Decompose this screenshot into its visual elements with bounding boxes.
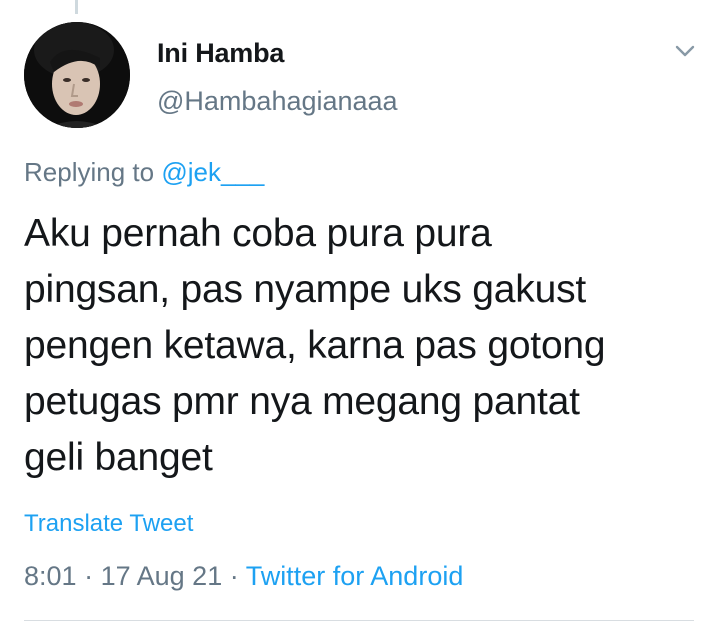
tweet-text-line: pingsan, pas nyampe uks gakust: [24, 268, 587, 311]
tweet-time: 8:01: [24, 561, 77, 591]
user-avatar-photo: [24, 22, 130, 128]
display-name[interactable]: Ini Hamba: [157, 38, 284, 69]
meta-separator: ·: [229, 561, 239, 591]
translate-tweet-link[interactable]: Translate Tweet: [24, 510, 193, 538]
tweet-text-line: petugas pmr nya megang pantat: [24, 380, 580, 423]
user-handle[interactable]: @Hambahagianaaa: [157, 86, 398, 117]
tweet-body: Aku pernah coba pura pura pingsan, pas n…: [24, 206, 694, 486]
chevron-down-icon[interactable]: [672, 38, 698, 64]
thread-connector-line: [75, 0, 78, 14]
divider: [24, 620, 694, 621]
replying-to-line: Replying to @jek___: [24, 157, 264, 188]
tweet-text-line: Aku pernah coba pura pura: [24, 212, 492, 255]
tweet-text-line: pengen ketawa, karna pas gotong: [24, 324, 606, 367]
tweet-date: 17 Aug 21: [100, 561, 223, 591]
tweet-text-line: geli banget: [24, 436, 213, 479]
replying-to-label: Replying to: [24, 157, 155, 187]
meta-separator: ·: [84, 561, 94, 591]
tweet-detail-view: Ini Hamba @Hambahagianaaa Replying to @j…: [0, 0, 712, 624]
tweet-metadata: 8:01 · 17 Aug 21 · Twitter for Android: [24, 561, 463, 592]
avatar[interactable]: [24, 22, 130, 128]
replying-to-mention[interactable]: @jek___: [161, 157, 264, 187]
tweet-source-link[interactable]: Twitter for Android: [246, 561, 464, 591]
